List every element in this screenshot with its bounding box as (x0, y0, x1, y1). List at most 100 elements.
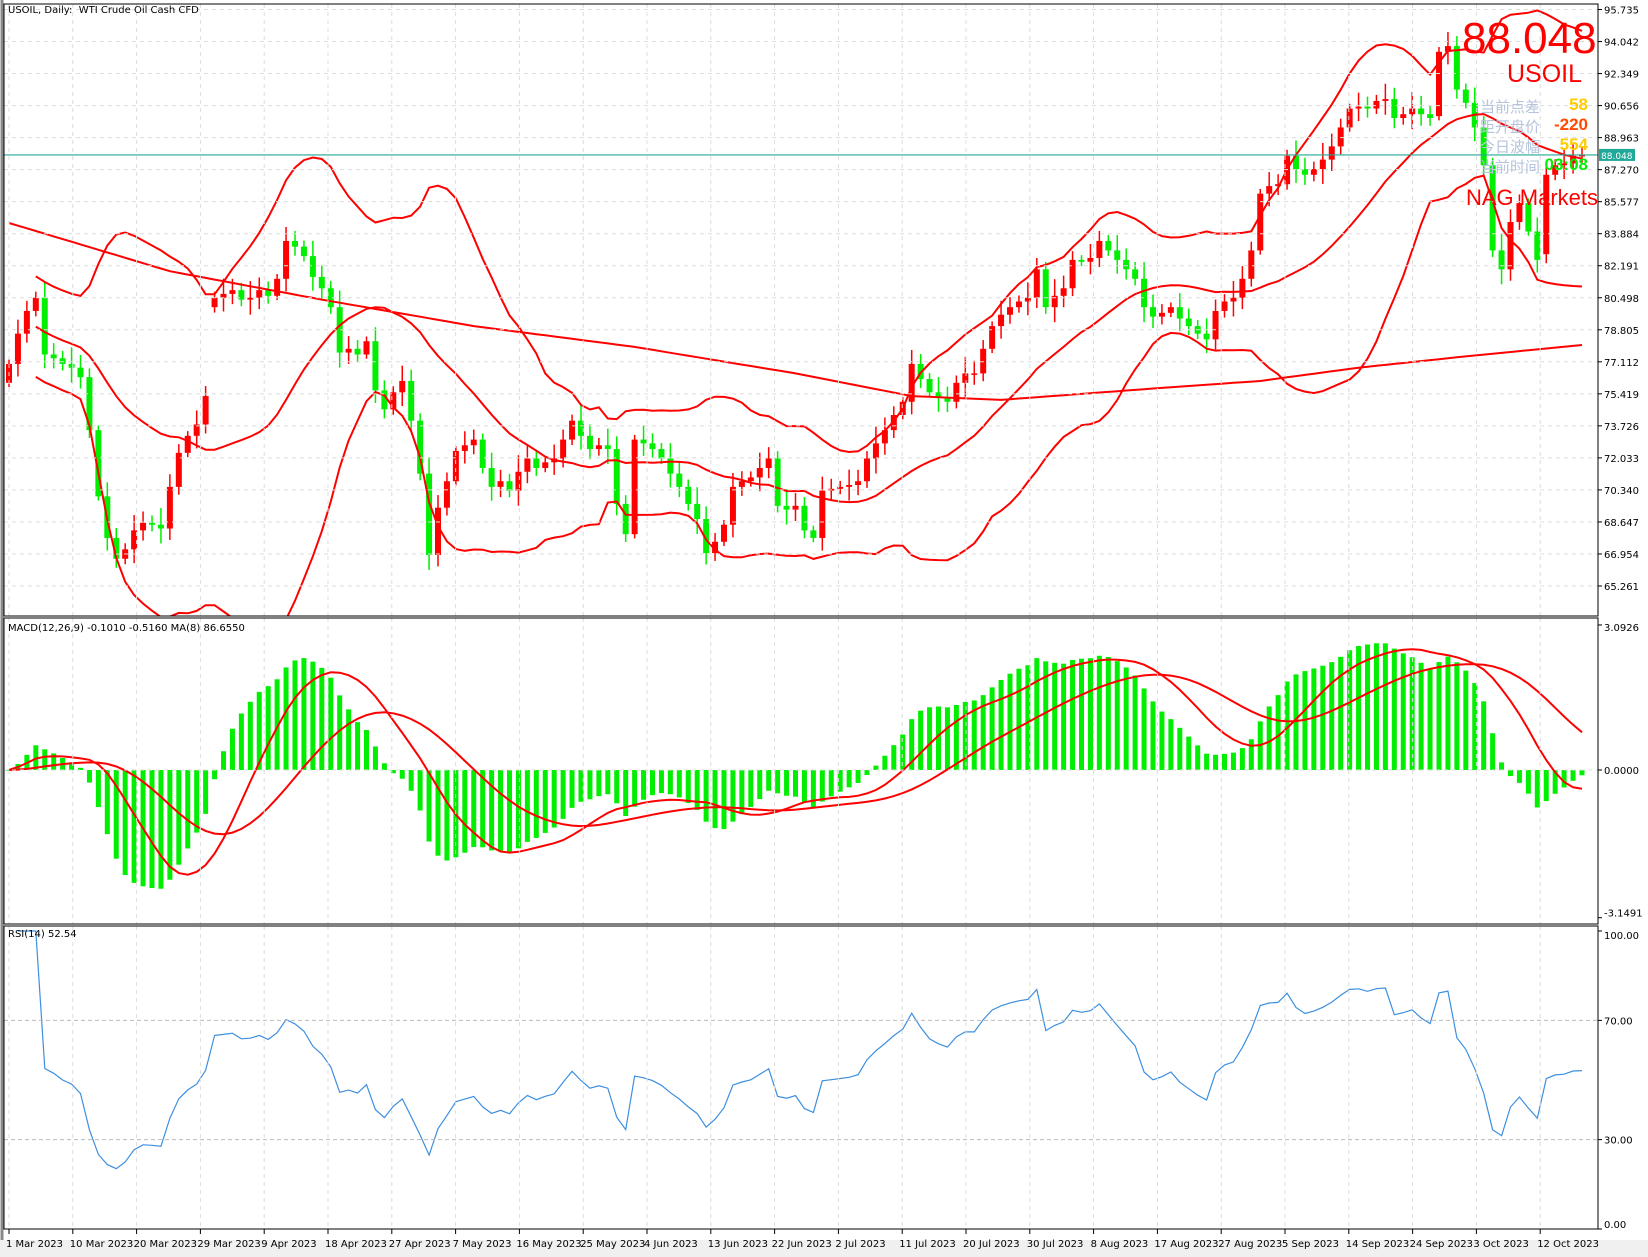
x-tick-label: 8 Aug 2023 (1091, 1239, 1149, 1250)
macd-histogram-bar (1570, 770, 1576, 781)
candle-body (1212, 310, 1219, 340)
candle-body (1007, 307, 1013, 315)
macd-histogram-bar (694, 770, 700, 810)
macd-histogram-bar (435, 770, 441, 856)
macd-histogram-bar (1427, 669, 1433, 770)
candle-body (1453, 46, 1460, 90)
x-tick-label: 13 Jun 2023 (708, 1239, 768, 1250)
x-tick-label: 27 Apr 2023 (389, 1239, 451, 1250)
macd-histogram-bar (998, 679, 1004, 770)
candle-body (363, 341, 370, 355)
chart-canvas[interactable]: 1 Mar 2023 10 Mar 2023 20 Mar 2023 29 Mar 2… (0, 0, 1648, 1257)
macd-histogram-bar (587, 770, 593, 800)
macd-histogram-bar (953, 704, 959, 770)
price-tick-label: 82.191 (1604, 262, 1639, 273)
candle-body (479, 439, 486, 468)
macd-histogram-bar (1382, 643, 1388, 770)
macd-histogram-bar (1034, 658, 1040, 770)
macd-histogram-bar (784, 770, 790, 796)
candle-body (1418, 108, 1425, 115)
macd-histogram-bar (676, 770, 682, 798)
candle-body (1221, 301, 1228, 311)
price-tick-label: 94.042 (1604, 38, 1639, 49)
candle-body (1462, 89, 1469, 103)
macd-histogram-bar (542, 770, 548, 833)
candle-body (292, 240, 298, 247)
macd-histogram-bar (524, 770, 530, 842)
macd-histogram-bar (176, 770, 182, 865)
macd-histogram-bar (1141, 688, 1147, 770)
macd-histogram-bar (507, 770, 512, 853)
macd-histogram-bar (1365, 644, 1370, 770)
current-price-tag-label: 88.048 (1601, 152, 1633, 162)
price-tick-label: 90.656 (1604, 102, 1639, 113)
x-tick-label: 20 Mar 2023 (134, 1239, 197, 1250)
rsi-label: RSI(14) 52.54 (8, 929, 77, 940)
price-tick-label: 95.735 (1604, 6, 1639, 17)
candle-body (14, 333, 21, 364)
macd-histogram-bar (229, 728, 235, 770)
macd-histogram-bar (596, 770, 602, 797)
macd-histogram-bar (623, 770, 629, 816)
candle-body (998, 314, 1005, 327)
candle-body (32, 297, 39, 311)
candle-body (1042, 269, 1049, 308)
macd-histogram-bar (685, 770, 691, 803)
x-tick-label: 22 Jun 2023 (772, 1239, 832, 1250)
macd-histogram-bar (1516, 770, 1522, 783)
candle-body (1507, 222, 1514, 270)
candle-body (792, 505, 799, 510)
candle-body (774, 458, 781, 506)
macd-histogram-bar (185, 770, 191, 849)
candle-body (595, 445, 602, 450)
macd-histogram-bar (1213, 754, 1219, 770)
candle-body (443, 481, 450, 508)
x-tick-label: 29 Mar 2023 (197, 1239, 260, 1250)
candle-body (408, 380, 415, 421)
macd-histogram-bar (1543, 770, 1549, 802)
x-tick-label: 16 May 2023 (516, 1239, 581, 1250)
candle (426, 456, 433, 570)
x-tick-label: 30 Jul 2023 (1027, 1239, 1084, 1250)
macd-histogram-bar (1204, 753, 1210, 770)
macd-histogram-bar (355, 722, 361, 770)
x-tick-label: 10 Mar 2023 (70, 1239, 133, 1250)
candle-body (542, 462, 549, 468)
candle-body (1060, 288, 1067, 296)
price-tick-label: 75.419 (1604, 390, 1639, 401)
candle-body (1033, 269, 1040, 298)
macd-histogram-bar (1525, 770, 1531, 794)
overlay-daily-range-value: 554 (1559, 135, 1588, 154)
price-tick-label: 68.647 (1604, 518, 1639, 529)
candle-body (1266, 186, 1273, 194)
candle (989, 321, 996, 354)
macd-label: MACD(12,26,9) -0.1010 -0.5160 MA(8) 86.6… (8, 623, 245, 634)
candle-body (399, 380, 406, 393)
candle-body (372, 341, 379, 391)
candle-body (1400, 114, 1407, 118)
candle-body (59, 358, 66, 364)
macd-histogram-bar (1454, 662, 1460, 770)
macd-histogram-bar (1320, 665, 1326, 770)
candle-body (1364, 106, 1371, 109)
candle-body (211, 297, 218, 308)
macd-histogram-bar (408, 770, 414, 791)
candle-body (613, 449, 620, 504)
x-tick-label: 24 Sep 2023 (1410, 1239, 1473, 1250)
x-tick-label: 2 Jul 2023 (835, 1239, 885, 1250)
macd-histogram-bar (793, 770, 798, 797)
macd-histogram-bar (515, 770, 521, 849)
x-tick-label: 9 Apr 2023 (261, 1239, 316, 1250)
price-tick-label: 73.726 (1604, 422, 1639, 433)
macd-histogram-bar (301, 658, 307, 770)
candle (774, 451, 781, 513)
background (0, 0, 1648, 1257)
macd-histogram-bar (480, 770, 486, 848)
macd-histogram-bar (989, 687, 995, 770)
candle-body (1150, 307, 1156, 317)
overlay-current-price: 88.048 (1462, 14, 1597, 63)
macd-histogram-bar (1016, 668, 1022, 770)
macd-histogram-bar (900, 734, 906, 770)
candle-body (676, 473, 683, 487)
macd-histogram-bar (1007, 673, 1013, 770)
